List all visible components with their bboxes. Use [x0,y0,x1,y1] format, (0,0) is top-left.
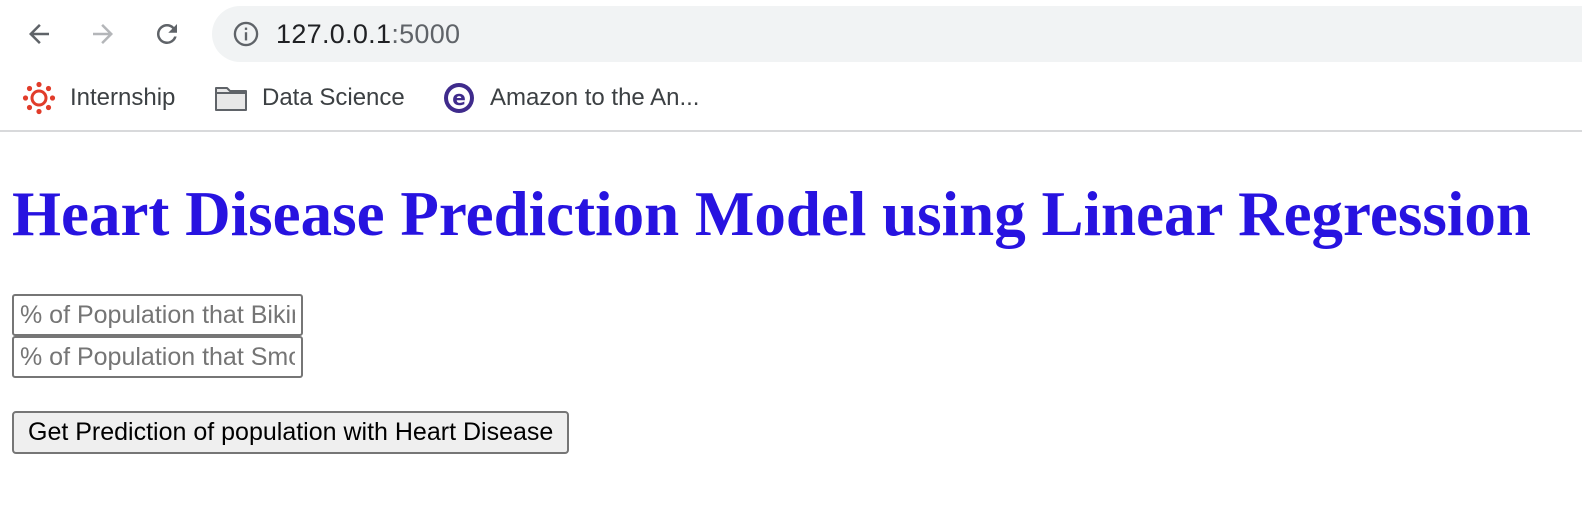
back-button[interactable] [19,14,59,54]
smoking-percent-input[interactable] [12,336,303,378]
prediction-form: Get Prediction of population with Heart … [12,294,1570,454]
forward-button[interactable] [83,14,123,54]
get-prediction-button[interactable]: Get Prediction of population with Heart … [12,411,570,454]
reload-button[interactable] [147,14,187,54]
svg-text:e: e [452,86,466,110]
bookmark-data-science[interactable]: Data Science [214,80,405,116]
url-host: 127.0.0.1 [276,18,392,49]
bookmark-amazon[interactable]: e Amazon to the An... [442,80,699,116]
address-bar[interactable]: 127.0.0.1:5000 [212,6,1582,62]
bookmark-label: Internship [70,84,176,111]
page-content: Heart Disease Prediction Model using Lin… [0,178,1582,454]
url-text: 127.0.0.1:5000 [276,19,460,50]
folder-icon [214,81,248,115]
bookmark-label: Data Science [262,84,405,111]
canvas-logo-icon [22,81,56,115]
biking-percent-input[interactable] [12,294,303,336]
url-port: :5000 [391,18,461,49]
site-logo-icon: e [442,81,476,115]
info-icon[interactable] [232,20,260,48]
bookmark-internship[interactable]: Internship [22,80,175,116]
browser-toolbar: 127.0.0.1:5000 [0,0,1582,66]
bookmark-label: Amazon to the An... [490,84,700,111]
arrow-right-icon [93,24,113,44]
reload-icon [156,23,177,44]
page-title: Heart Disease Prediction Model using Lin… [12,179,1531,249]
bookmarks-bar: Internship Data Science e Amazon to the … [0,66,1582,132]
arrow-left-icon [29,24,49,44]
